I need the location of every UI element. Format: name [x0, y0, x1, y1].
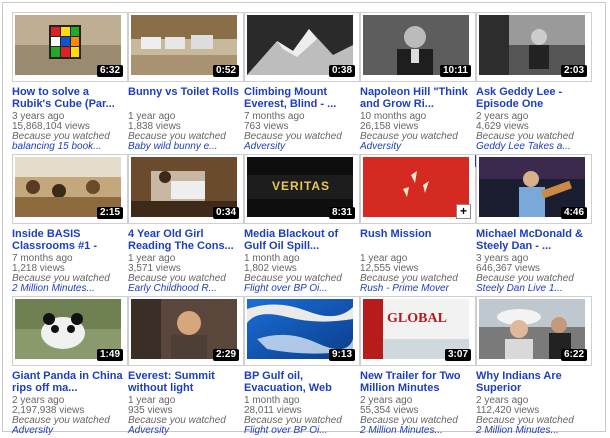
duration-badge: 1:49 — [96, 349, 123, 361]
video-thumbnail[interactable]: 9:13 — [244, 296, 360, 366]
video-title-link[interactable]: Media Blackout of Gulf Oil Spill... — [244, 228, 356, 252]
video-item[interactable]: 6:22 Why Indians Are Superior 2 years ago 1… — [476, 296, 592, 438]
video-thumbnail[interactable]: GLOBAL 3:07 — [360, 296, 476, 366]
duration-badge: 9:13 — [328, 349, 355, 361]
video-thumbnail[interactable]: 4:46 — [476, 154, 592, 224]
video-item[interactable]: 10:11 Napoleon Hill "Think and Grow Ri...… — [360, 12, 476, 154]
video-meta: 7 months ago 1,218 views Because you watch… — [12, 254, 124, 294]
duration-badge: 2:29 — [212, 349, 239, 361]
add-to-queue-icon[interactable]: + — [456, 204, 471, 219]
video-thumbnail[interactable]: 2:29 — [128, 296, 244, 366]
source-video-link[interactable]: Flight over BP Oi... — [244, 426, 356, 436]
video-meta: 2 years ago 55,354 views Because you watch… — [360, 396, 472, 436]
video-item[interactable]: 0:38 Climbing Mount Everest, Blind - ... 7… — [244, 12, 360, 154]
video-item[interactable]: 6:32 How to solve a Rubik's Cube (Par... 3… — [12, 12, 128, 154]
video-thumbnail[interactable]: +x — [360, 154, 487, 224]
video-meta: 1 month ago 1,802 views Because you watche… — [244, 254, 356, 294]
video-item[interactable]: 2:03 Ask Geddy Lee - Episode One 2 years a… — [476, 12, 592, 154]
thumbnail-overlay-text: GLOBAL — [387, 311, 447, 326]
source-video-link[interactable]: 2 Million Minutes... — [360, 426, 472, 436]
video-title-link[interactable]: How to solve a Rubik's Cube (Par... — [12, 86, 124, 110]
video-thumbnail[interactable]: 1:49 — [12, 296, 128, 366]
video-meta: 2 years ago 4,629 views Because you watche… — [476, 112, 588, 152]
video-title-link[interactable]: Why Indians Are Superior — [476, 370, 588, 394]
video-title-link[interactable]: Michael McDonald & Steely Dan - ... — [476, 228, 588, 252]
video-thumbnail[interactable]: 6:32 — [12, 12, 128, 82]
video-meta: 3 years ago 646,367 views Because you watc… — [476, 254, 588, 294]
source-video-link[interactable]: Geddy Lee Takes a... — [476, 142, 588, 152]
video-meta: 1 year ago 3,571 views Because you watched… — [128, 254, 240, 294]
thumbnail-overlay-text: VERITAS — [271, 179, 331, 193]
video-item[interactable]: GLOBAL 3:07 New Trailer for Two Million Mi… — [360, 296, 476, 438]
duration-badge: 3:07 — [444, 349, 471, 361]
video-item[interactable]: 9:13 BP Gulf oil, Evacuation, Web 1 month … — [244, 296, 360, 438]
duration-badge: 10:11 — [439, 65, 471, 77]
video-item[interactable]: 0:34 4 Year Old Girl Reading The Cons... 1… — [128, 154, 244, 296]
video-meta: 1 year ago 935 views Because you watched Ad… — [128, 396, 240, 436]
source-video-link[interactable]: Adversity — [12, 426, 124, 436]
video-item[interactable]: 0:52 Bunny vs Toilet Rolls 1 year ago 1,838… — [128, 12, 244, 154]
video-title-link[interactable]: Giant Panda in China rips off ma... — [12, 370, 124, 394]
duration-badge: 8:31 — [328, 207, 355, 219]
recommended-videos-panel: 6:32 How to solve a Rubik's Cube (Par... 3… — [2, 2, 606, 436]
duration-badge: 2:03 — [560, 65, 587, 77]
source-video-link[interactable]: Adversity — [244, 142, 356, 152]
duration-badge: 0:38 — [328, 65, 355, 77]
video-meta: 1 month ago 28,011 views Because you watch… — [244, 396, 356, 436]
video-item[interactable]: +x Rush Mission 1 year ago12,555 viewsBeca… — [360, 154, 487, 296]
video-meta: 10 months ago 26,158 views Because you wat… — [360, 112, 472, 152]
source-video-link[interactable]: Flight over BP Oi... — [244, 284, 356, 294]
video-title-link[interactable]: New Trailer for Two Million Minutes — [360, 370, 472, 394]
video-thumbnail[interactable]: 10:11 — [360, 12, 476, 82]
video-grid: 6:32 How to solve a Rubik's Cube (Par... 3… — [12, 12, 592, 438]
video-thumbnail[interactable]: VERITAS 8:31 — [244, 154, 360, 224]
source-video-link[interactable]: Baby wild bunny e... — [128, 142, 240, 152]
duration-badge: 6:32 — [96, 65, 123, 77]
video-thumbnail[interactable]: 0:34 — [128, 154, 244, 224]
duration-badge: 2:15 — [96, 207, 123, 219]
video-thumbnail[interactable]: 6:22 — [476, 296, 592, 366]
video-title-link[interactable]: 4 Year Old Girl Reading The Cons... — [128, 228, 240, 252]
source-video-link[interactable]: balancing 15 book... — [12, 142, 124, 152]
thumbnail-image — [363, 157, 469, 217]
source-video-link[interactable]: Early Childhood R... — [128, 284, 240, 294]
source-video-link[interactable]: Rush - Prime Mover — [360, 284, 472, 294]
video-meta: 2 years ago 2,197,938 views Because you wa… — [12, 396, 124, 436]
video-title-link[interactable]: Napoleon Hill "Think and Grow Ri... — [360, 86, 472, 110]
duration-badge: 0:34 — [212, 207, 239, 219]
video-item[interactable]: 2:15 Inside BASIS Classrooms #1 -7 months… — [12, 154, 128, 296]
video-thumbnail[interactable]: 0:38 — [244, 12, 360, 82]
duration-badge: 4:46 — [560, 207, 587, 219]
source-video-link[interactable]: Adversity — [128, 426, 240, 436]
video-title-link[interactable]: Climbing Mount Everest, Blind - ... — [244, 86, 356, 110]
source-video-link[interactable]: Steely Dan Live 1... — [476, 284, 588, 294]
video-meta: 1 year ago 12,555 views Because you watche… — [360, 254, 472, 294]
video-meta: 3 years ago 15,868,104 views Because you w… — [12, 112, 124, 152]
video-item[interactable]: 4:46 Michael McDonald & Steely Dan - ... 3… — [476, 154, 592, 296]
video-item[interactable]: 2:29 Everest: Summit without light 1 year … — [128, 296, 244, 438]
video-thumbnail[interactable]: 2:15 — [12, 154, 128, 224]
video-thumbnail[interactable]: 2:03 — [476, 12, 592, 82]
video-meta: 7 months ago 763 views Because you watched… — [244, 112, 356, 152]
video-item[interactable]: 1:49 Giant Panda in China rips off ma... 2… — [12, 296, 128, 438]
source-video-link[interactable]: 2 Million Minutes... — [476, 426, 588, 436]
video-meta: 2 years ago 112,420 views Because you watc… — [476, 396, 588, 436]
video-title-link[interactable]: Ask Geddy Lee - Episode One — [476, 86, 588, 110]
video-meta: 1 year ago 1,838 views Because you watched… — [128, 112, 240, 152]
video-thumbnail[interactable]: 0:52 — [128, 12, 244, 82]
video-title-link[interactable]: Inside BASIS Classrooms #1 - — [12, 228, 124, 252]
video-title-link[interactable]: Bunny vs Toilet Rolls — [128, 86, 240, 98]
video-item[interactable]: VERITAS 8:31 Media Blackout of Gulf Oil Sp… — [244, 154, 360, 296]
source-video-link[interactable]: Adversity — [360, 142, 472, 152]
duration-badge: 6:22 — [560, 349, 587, 361]
video-title-link[interactable]: BP Gulf oil, Evacuation, Web — [244, 370, 356, 394]
video-title-link[interactable]: Rush Mission — [360, 228, 472, 240]
duration-badge: 0:52 — [212, 65, 239, 77]
video-title-link[interactable]: Everest: Summit without light — [128, 370, 240, 394]
source-video-link[interactable]: 2 Million Minutes... — [12, 284, 124, 294]
